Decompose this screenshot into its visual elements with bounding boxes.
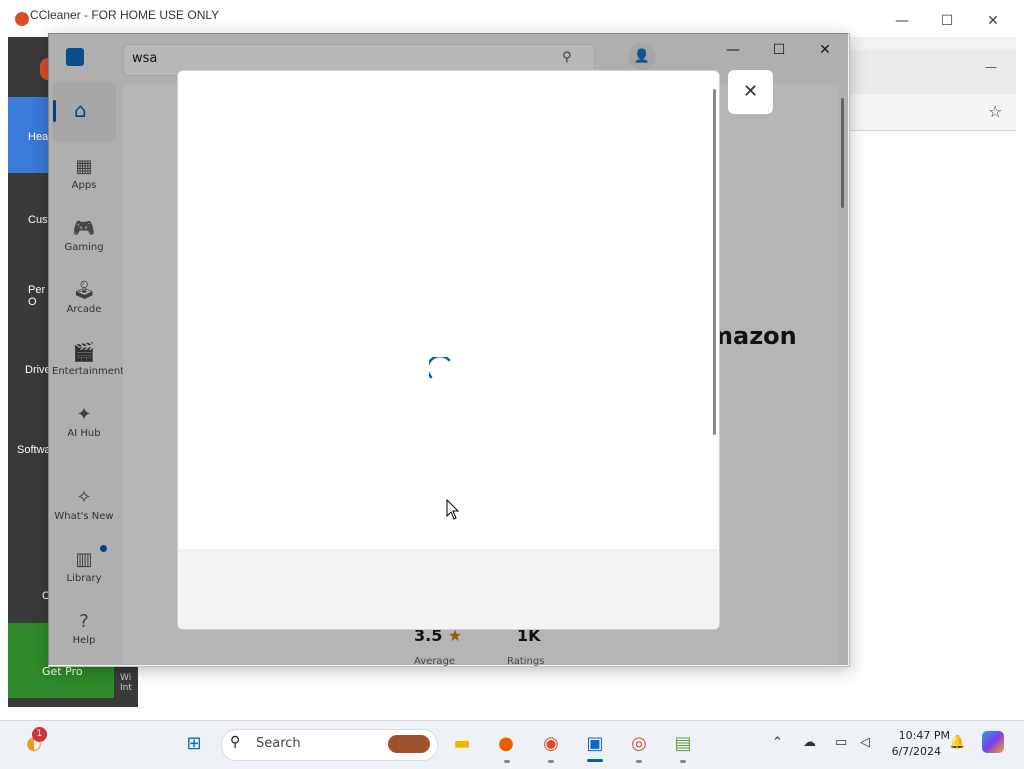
chrome-icon[interactable]: ◎ [623, 728, 655, 760]
cloud-offline-icon[interactable]: ☁ [803, 735, 816, 750]
chrome-minimize-button[interactable]: — [985, 60, 997, 74]
ccleaner-logo-icon [15, 12, 29, 26]
notification-badge: 1 [32, 727, 47, 742]
ccleaner-icon[interactable]: ◉ [535, 728, 567, 760]
ccleaner-close-button[interactable]: ✕ [973, 10, 1013, 32]
ccleaner-minimize-button[interactable]: — [882, 10, 922, 32]
start-button[interactable]: ⊞ [178, 728, 210, 760]
copilot-icon[interactable] [982, 731, 1004, 753]
ccleaner-maximize-button[interactable]: ☐ [927, 10, 967, 32]
file-explorer-icon[interactable]: ▬ [446, 728, 478, 760]
running-indicator [504, 760, 510, 763]
firefox-icon[interactable]: ● [490, 728, 522, 760]
running-indicator [548, 760, 554, 763]
bookmark-star-icon[interactable]: ☆ [988, 102, 1002, 121]
clock-date[interactable]: 6/7/2024 [880, 745, 941, 758]
search-highlight-icon [388, 735, 430, 753]
ccleaner-bottom-text: Wi Int [114, 665, 138, 705]
clock-time[interactable]: 10:47 PM [880, 729, 950, 742]
active-app-indicator [587, 759, 603, 762]
dialog-scrollbar[interactable] [713, 89, 716, 435]
chrome-page [848, 131, 1016, 721]
notification-bell-icon[interactable]: 🔔 [949, 735, 965, 750]
running-indicator [636, 760, 642, 763]
volume-icon[interactable]: ◁ [860, 735, 870, 750]
chevron-up-icon[interactable]: ⌃ [772, 735, 783, 750]
dialog-footer [178, 549, 719, 629]
background-strip [138, 665, 848, 721]
search-icon: ⚲ [230, 734, 241, 750]
running-indicator [680, 760, 686, 763]
microsoft-store-icon[interactable]: ▣ [579, 728, 611, 760]
mouse-cursor-icon [446, 499, 460, 520]
loading-dialog [177, 70, 720, 630]
ccleaner-title: CCleaner - FOR HOME USE ONLY [30, 8, 220, 22]
taskbar-search-placeholder: Search [256, 736, 301, 751]
network-icon[interactable]: ▭ [835, 735, 847, 750]
dialog-close-button[interactable]: ✕ [728, 70, 773, 114]
app-bag-icon[interactable]: ▤ [667, 728, 699, 760]
loading-spinner-icon [429, 357, 451, 379]
